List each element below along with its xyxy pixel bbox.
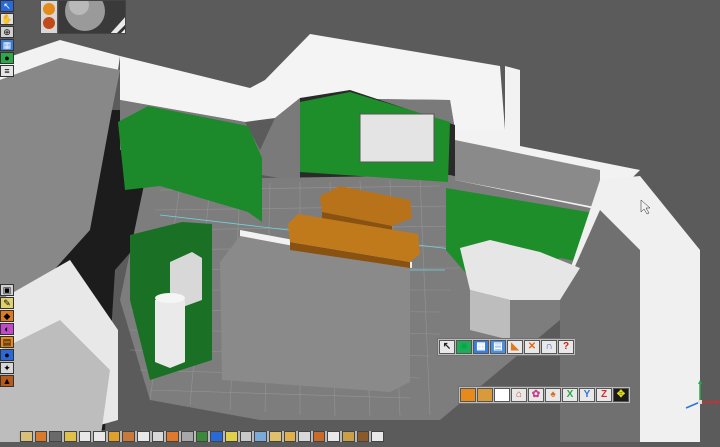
- gem-icon[interactable]: [283, 431, 297, 442]
- door-icon[interactable]: [34, 431, 48, 442]
- arrow-icon[interactable]: ↖: [0, 0, 14, 12]
- tree-icon[interactable]: [122, 431, 136, 442]
- texture-icon[interactable]: [268, 431, 282, 442]
- color-icon[interactable]: ●: [0, 52, 14, 64]
- material-orange-ball[interactable]: [43, 3, 55, 15]
- orange-cube-icon[interactable]: [460, 388, 476, 402]
- heart-icon[interactable]: [137, 431, 150, 442]
- window-icon[interactable]: [49, 431, 62, 442]
- table-icon[interactable]: [356, 431, 370, 442]
- light-icon[interactable]: [224, 431, 238, 442]
- bottom-object-bar: [18, 431, 385, 442]
- material-red-ball[interactable]: [43, 17, 55, 29]
- plant-icon[interactable]: [195, 431, 209, 442]
- sign-icon[interactable]: [327, 431, 341, 442]
- wall-icon[interactable]: [20, 431, 33, 442]
- hand-icon[interactable]: ✋: [0, 13, 14, 25]
- layer-stack-icon[interactable]: ▤: [0, 336, 14, 348]
- cylinder-top: [155, 293, 185, 303]
- axis-gizmo[interactable]: [680, 380, 720, 410]
- wrench-icon[interactable]: ✦: [0, 362, 14, 374]
- roof-icon[interactable]: [78, 431, 92, 442]
- grid-icon[interactable]: ▦: [0, 39, 14, 51]
- material-preview[interactable]: [58, 0, 126, 34]
- axis-z-label: Z: [600, 389, 608, 400]
- flower-icon[interactable]: ✿: [528, 388, 544, 402]
- floating-toolbar-top: ↖ ■ ▦ ▤ ◣ ✕ ∩ ?: [437, 338, 576, 356]
- axis-x-label: X: [566, 389, 574, 400]
- left-toolbar-lower: ▣ ✎ ◆ ◐ ▤ ● ✦ ▲: [0, 284, 16, 387]
- star-icon[interactable]: [371, 431, 385, 442]
- axis-z-icon[interactable]: Z: [596, 388, 612, 402]
- left-toolbar: ↖ ✋ ⊕ ▦ ● ≡: [0, 0, 16, 77]
- axis-y-label: Y: [583, 389, 591, 400]
- chair-icon[interactable]: [342, 431, 355, 442]
- house-icon[interactable]: ⌂: [511, 388, 527, 402]
- shelf-icon[interactable]: [239, 431, 253, 442]
- wood-cube-icon[interactable]: [477, 388, 493, 402]
- grid-icon[interactable]: ▦: [473, 340, 489, 354]
- magnet-icon[interactable]: ∩: [541, 340, 557, 354]
- fabric-icon[interactable]: [298, 431, 311, 442]
- circle-icon[interactable]: [93, 431, 106, 442]
- box-icon[interactable]: ■: [456, 340, 472, 354]
- white-square-icon[interactable]: [494, 388, 510, 402]
- floor-icon[interactable]: ▤: [490, 340, 506, 354]
- help-icon[interactable]: ?: [558, 340, 574, 354]
- palette-icon[interactable]: ◐: [0, 323, 14, 335]
- lamp-icon[interactable]: [151, 431, 165, 442]
- axis-x-icon[interactable]: X: [562, 388, 578, 402]
- material-strip: [40, 0, 58, 34]
- cube-icon[interactable]: [181, 431, 194, 442]
- zoom-icon[interactable]: ⊕: [0, 26, 14, 38]
- axis-y-icon[interactable]: Y: [579, 388, 595, 402]
- roof-tile-icon[interactable]: [312, 431, 326, 442]
- move-all-icon[interactable]: ✥: [613, 388, 629, 402]
- camera-icon[interactable]: ▣: [0, 284, 14, 296]
- pencil-icon[interactable]: ✎: [0, 297, 14, 309]
- flame-icon[interactable]: [107, 431, 121, 442]
- hammer-icon[interactable]: ▲: [0, 375, 14, 387]
- chair-icon[interactable]: ◣: [507, 340, 523, 354]
- tv-screen: [359, 113, 435, 163]
- layer-icon[interactable]: ≡: [0, 65, 14, 77]
- 3d-viewport[interactable]: [0, 0, 720, 442]
- floating-toolbar-bottom: ⌂ ✿ ♠ X Y Z ✥: [458, 386, 631, 404]
- brush-icon[interactable]: ◆: [0, 310, 14, 322]
- cylinder-column: [155, 296, 185, 368]
- terrain-icon[interactable]: [254, 431, 267, 442]
- cabinet-icon[interactable]: [166, 431, 180, 442]
- stair-icon[interactable]: [63, 431, 77, 442]
- cursor-icon[interactable]: ↖: [439, 340, 455, 354]
- tools-icon[interactable]: ✕: [524, 340, 540, 354]
- person-icon[interactable]: [210, 431, 223, 442]
- sphere-icon[interactable]: ●: [0, 349, 14, 361]
- lamp-icon[interactable]: ♠: [545, 388, 561, 402]
